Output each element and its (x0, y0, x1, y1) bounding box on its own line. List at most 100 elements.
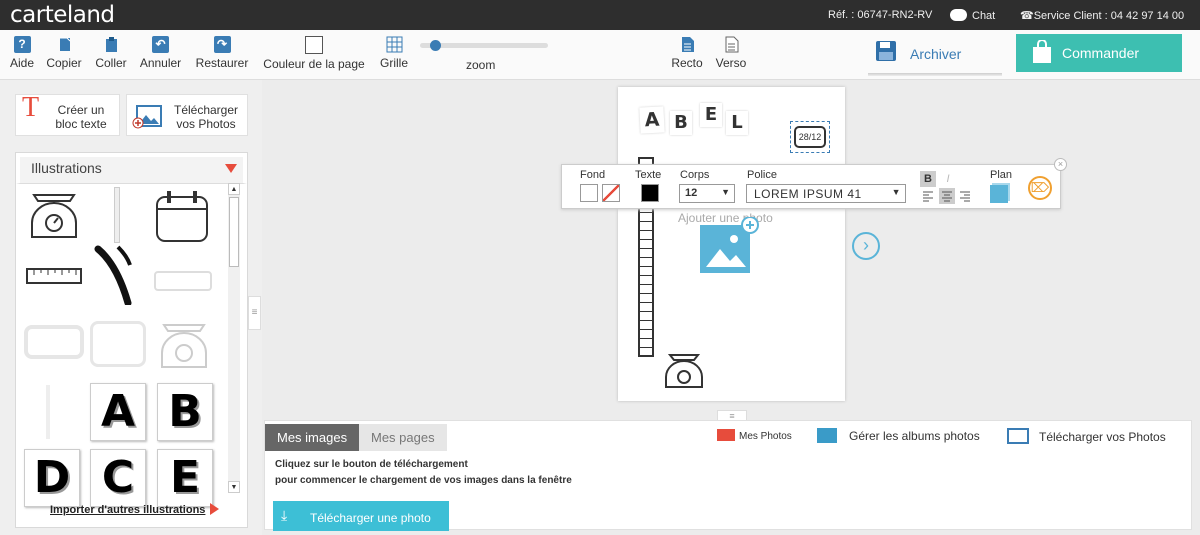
texte-color-picker[interactable] (641, 184, 659, 202)
illustration-calendar[interactable] (151, 187, 211, 247)
creer-label: Créer un bloc texte (55, 103, 107, 131)
illustrations-scrollbar[interactable]: ▲ ▼ (228, 183, 240, 493)
chat-label: Chat (972, 10, 996, 22)
telecharger-photo-label: Télécharger une photo (310, 511, 431, 525)
illustration-faded-label[interactable] (154, 271, 212, 291)
page-letter-l[interactable]: L (726, 111, 748, 135)
scroll-up-icon[interactable]: ▲ (228, 183, 240, 195)
carteland-logo[interactable]: carteland (10, 2, 115, 28)
tab-mes-pages[interactable]: Mes pages (359, 424, 447, 451)
text-format-toolbar: Fond Texte Corps 12 ▼ Police LOREM IPSUM … (561, 158, 1067, 209)
coller-button[interactable]: Coller (94, 36, 128, 70)
fond-color-picker[interactable] (580, 184, 598, 202)
verso-button[interactable]: Verso (714, 36, 748, 70)
grille-button[interactable]: Grille (379, 36, 409, 70)
illustration-faded-scale[interactable] (154, 317, 214, 377)
archiver-shadow (868, 73, 1002, 76)
copier-button[interactable]: Copier (45, 36, 83, 70)
page-calendar-date: 28/12 (794, 126, 826, 148)
corps-label: Corps (680, 169, 710, 181)
illustration-ruler-horizontal[interactable] (24, 249, 84, 309)
page-letter-e[interactable]: E (700, 103, 722, 127)
instruction-line-2: pour commencer le chargement de vos imag… (275, 475, 572, 486)
illustration-letter-a[interactable]: A (90, 383, 146, 441)
bottom-telecharger-link[interactable]: Télécharger vos Photos (1007, 428, 1166, 444)
corps-select[interactable]: 12 ▼ (679, 184, 735, 203)
folder-icon (817, 428, 837, 443)
bold-button[interactable]: B (920, 171, 936, 187)
page-calendar[interactable]: 28/12 (790, 121, 830, 153)
illustration-faded-calendar[interactable] (90, 321, 146, 367)
add-photo-placeholder[interactable] (698, 217, 760, 275)
bottom-telecharger-label: Télécharger vos Photos (1039, 430, 1166, 444)
scroll-down-icon[interactable]: ▼ (228, 481, 240, 493)
trash-icon[interactable]: ⌦ (1028, 176, 1052, 200)
no-fill-icon[interactable] (602, 184, 620, 202)
restaurer-button[interactable]: ↷ Restaurer (194, 36, 250, 70)
importer-label: Importer d'autres illustrations (50, 504, 206, 516)
scroll-thumb[interactable] (229, 197, 239, 267)
illustrations-panel: Illustrations A B D C E ▲ ▼ Importer d'a… (15, 152, 248, 528)
archiver-button[interactable]: Archiver (868, 36, 1002, 76)
illustration-brush-stroke[interactable] (90, 245, 150, 305)
illustration-letter-b[interactable]: B (157, 383, 213, 441)
telecharger-label: Télécharger vos Photos (173, 103, 239, 131)
page-letter-a[interactable]: A (639, 106, 665, 134)
page-letter-b[interactable]: B (670, 111, 692, 135)
upload-photo-small-icon (1007, 428, 1029, 444)
paste-icon (105, 37, 117, 52)
archiver-label: Archiver (910, 46, 962, 62)
illustration-letter-e[interactable]: E (157, 449, 213, 507)
page-scale[interactable] (662, 351, 706, 391)
align-buttons[interactable] (920, 188, 976, 204)
illustration-letter-d[interactable]: D (24, 449, 80, 507)
illustrations-header[interactable]: Illustrations (16, 153, 247, 184)
panel-collapse-handle[interactable]: ≡ (248, 296, 261, 330)
tab-mes-images[interactable]: Mes images (265, 424, 360, 451)
mes-photos-link[interactable]: Mes Photos (717, 429, 792, 442)
verso-icon (725, 36, 738, 53)
aide-button[interactable]: ? Aide (9, 36, 35, 70)
telecharger-photo-button[interactable]: ⤓ Télécharger une photo (273, 501, 449, 531)
headset-icon: ☎ (1020, 10, 1034, 22)
top-bar: carteland Réf. : 06747-RN2-RV Chat ☎Serv… (0, 0, 1200, 30)
photos-folder-icon (717, 429, 735, 441)
zoom-label: zoom (466, 58, 496, 72)
recto-label: Recto (671, 56, 703, 70)
italic-button[interactable]: I (940, 171, 956, 187)
service-client-label: Service Client : 04 42 97 14 00 (1033, 10, 1185, 22)
grid-icon (386, 36, 402, 53)
restaurer-label: Restaurer (195, 56, 249, 70)
collapse-arrow-icon[interactable] (225, 164, 237, 179)
illustration-thin-bar[interactable] (114, 187, 120, 243)
creer-bloc-texte-button[interactable]: T Créer un bloc texte (15, 94, 120, 136)
grille-label: Grille (379, 56, 408, 70)
police-label: Police (747, 169, 777, 181)
shopping-bag-icon (1033, 40, 1051, 63)
commander-label: Commander (1062, 45, 1140, 61)
police-select[interactable]: LOREM IPSUM 41 ▼ (746, 184, 906, 203)
importer-illustrations-link[interactable]: Importer d'autres illustrations (50, 503, 220, 516)
copy-icon (59, 37, 70, 51)
plan-layer-icon[interactable] (990, 185, 1008, 203)
illustration-faded-bar[interactable] (46, 385, 50, 439)
commander-button[interactable]: Commander (1016, 34, 1182, 72)
gerer-albums-link[interactable]: Gérer les albums photos (817, 428, 980, 443)
zoom-slider[interactable] (420, 40, 548, 51)
couleur-page-button[interactable]: Couleur de la page (260, 36, 368, 71)
illustration-scale[interactable] (24, 187, 84, 247)
annuler-button[interactable]: ↶ Annuler (139, 36, 182, 70)
illustrations-title: Illustrations (31, 160, 102, 176)
close-toolbar-icon[interactable]: × (1054, 158, 1067, 171)
next-page-icon[interactable]: › (852, 232, 880, 260)
recto-button[interactable]: Recto (670, 36, 704, 70)
chat-link[interactable]: Chat (950, 9, 995, 22)
upload-photo-icon (132, 105, 162, 129)
illustration-letter-c[interactable]: C (90, 449, 146, 507)
save-icon (876, 41, 896, 61)
zoom-slider-knob[interactable] (430, 40, 442, 51)
help-icon: ? (13, 36, 31, 53)
illustration-faded-tag[interactable] (24, 325, 84, 359)
telecharger-photos-button[interactable]: Télécharger vos Photos (126, 94, 248, 136)
couleur-label: Couleur de la page (263, 57, 365, 71)
